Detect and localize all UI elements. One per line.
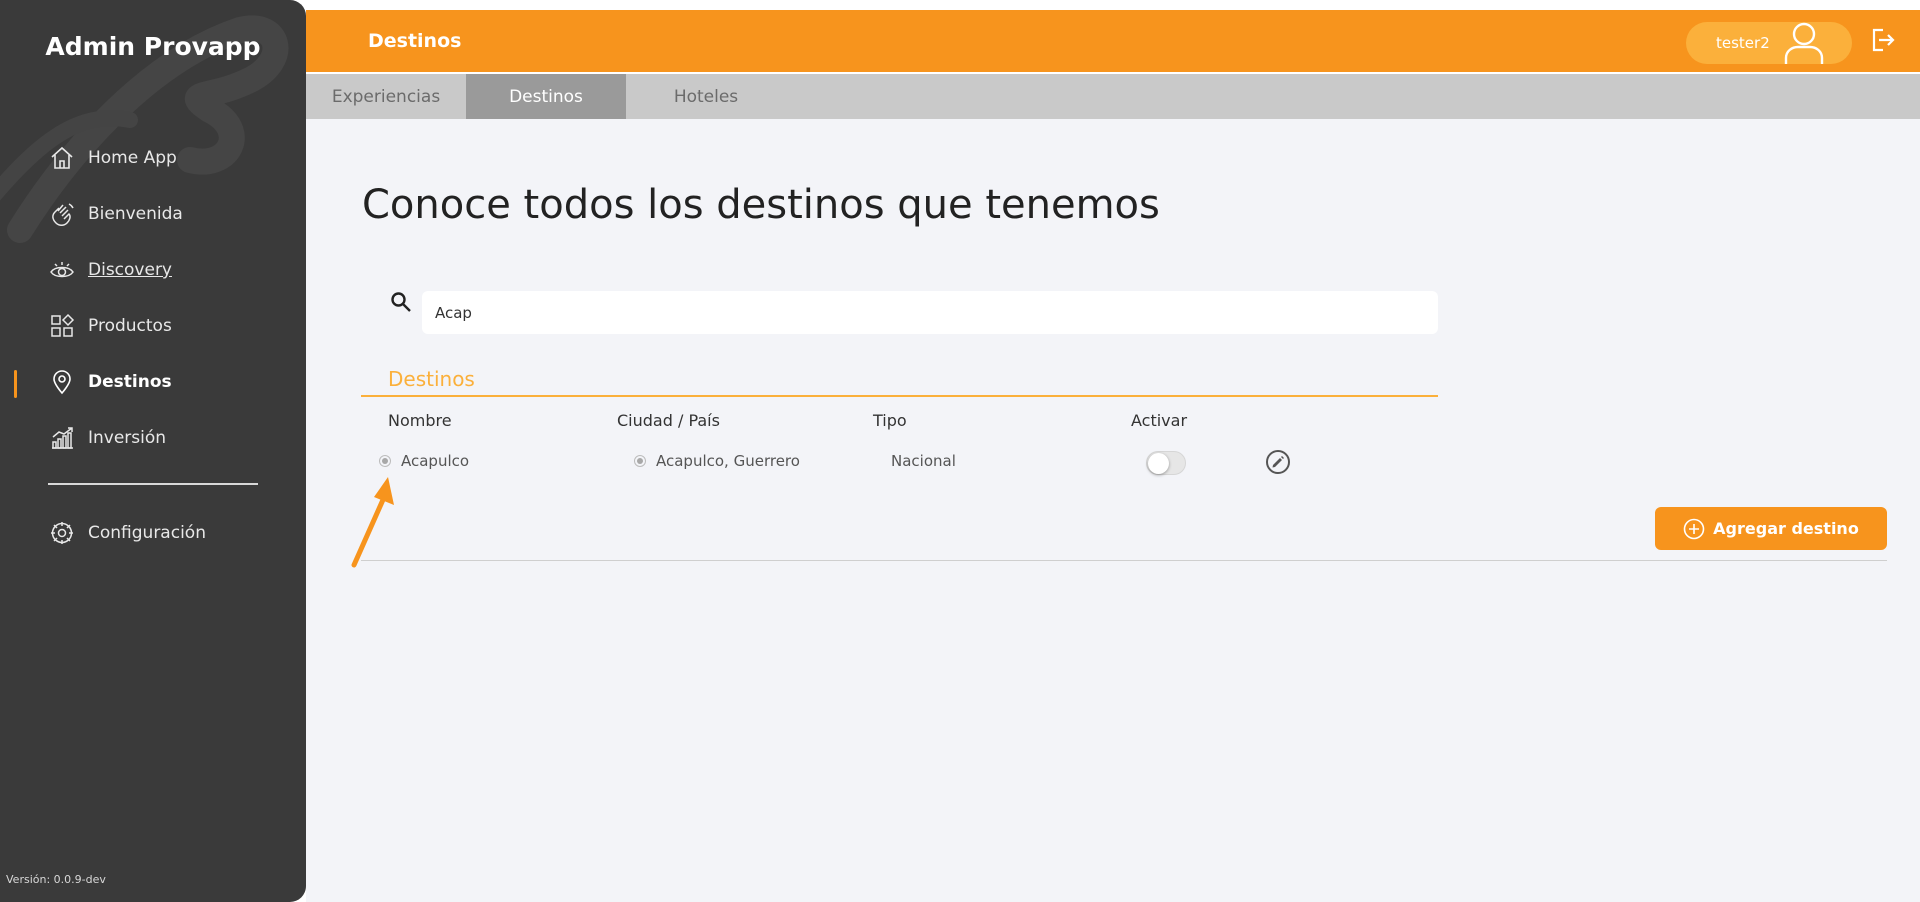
row-nombre-cell: Acapulco: [379, 452, 469, 470]
section-divider: [361, 395, 1438, 397]
logout-icon[interactable]: [1868, 26, 1896, 58]
sidebar-item-discovery[interactable]: Discovery: [0, 242, 306, 298]
tab-experiencias[interactable]: Experiencias: [306, 74, 466, 119]
sidebar-item-productos[interactable]: Productos: [0, 298, 306, 354]
sidebar-item-label: Configuración: [88, 523, 206, 543]
row-tipo-cell: Nacional: [891, 452, 956, 470]
bottom-divider: [361, 560, 1887, 561]
section-title: Destinos: [388, 367, 475, 391]
radio-dot-icon[interactable]: [634, 455, 646, 467]
sidebar-divider: [48, 483, 258, 485]
sidebar-item-inversion[interactable]: Inversión: [0, 410, 306, 466]
column-header-nombre: Nombre: [388, 411, 452, 430]
tab-bar: Experiencias Destinos Hoteles: [306, 74, 1920, 119]
row-nombre: Acapulco: [401, 452, 470, 470]
plus-circle-icon: [1683, 518, 1705, 540]
sidebar-item-home-app[interactable]: Home App: [0, 130, 306, 186]
row-tipo: Nacional: [891, 452, 956, 470]
activar-toggle[interactable]: [1146, 451, 1186, 475]
main-heading: Conoce todos los destinos que tenemos: [362, 182, 1160, 228]
add-destino-button[interactable]: Agregar destino: [1655, 507, 1887, 550]
eye-icon: [48, 256, 76, 284]
annotation-arrow-icon: [351, 477, 394, 568]
grid-icon: [48, 312, 76, 340]
gear-icon: [48, 519, 76, 547]
chart-icon: [48, 424, 76, 452]
column-header-activar: Activar: [1131, 411, 1188, 430]
sidebar-item-label: Productos: [88, 316, 172, 336]
user-menu[interactable]: tester2: [1686, 22, 1852, 64]
location-pin-icon: [48, 368, 76, 396]
main-content: Conoce todos los destinos que tenemos De…: [306, 119, 1920, 902]
search-input[interactable]: [422, 291, 1438, 334]
sidebar: Admin Provapp Home App Bienvenida Discov…: [0, 0, 306, 902]
tab-hoteles[interactable]: Hoteles: [626, 74, 786, 119]
sidebar-item-destinos[interactable]: Destinos: [0, 354, 306, 410]
column-header-tipo: Tipo: [873, 411, 907, 430]
column-header-ciudad: Ciudad / País: [617, 411, 720, 430]
row-ciudad: Acapulco, Guerrero: [656, 452, 800, 470]
sidebar-item-bienvenida[interactable]: Bienvenida: [0, 186, 306, 242]
toggle-knob: [1148, 453, 1169, 474]
user-avatar-icon: [1782, 20, 1826, 70]
sidebar-item-label: Bienvenida: [88, 204, 183, 224]
sidebar-nav: Home App Bienvenida Discovery Productos …: [0, 130, 306, 466]
version-label: Versión: 0.0.9-dev: [6, 873, 106, 886]
sidebar-item-label: Home App: [88, 148, 177, 168]
sidebar-item-label: Discovery: [88, 260, 172, 280]
wave-hand-icon: [48, 200, 76, 228]
row-ciudad-cell: Acapulco, Guerrero: [634, 452, 800, 470]
tab-destinos[interactable]: Destinos: [466, 74, 626, 119]
username-label: tester2: [1716, 34, 1770, 52]
pencil-icon: [1272, 456, 1284, 468]
sidebar-config-group: Configuración: [0, 505, 306, 561]
add-destino-label: Agregar destino: [1713, 519, 1859, 538]
brand-title: Admin Provapp: [45, 32, 261, 61]
top-bar: Destinos tester2: [306, 10, 1920, 72]
page-title: Destinos: [368, 30, 462, 52]
search-icon[interactable]: [390, 291, 412, 317]
edit-button[interactable]: [1266, 450, 1290, 474]
home-icon: [48, 144, 76, 172]
sidebar-item-label: Inversión: [88, 428, 167, 448]
radio-dot-icon[interactable]: [379, 455, 391, 467]
sidebar-item-configuracion[interactable]: Configuración: [0, 505, 306, 561]
sidebar-item-label: Destinos: [88, 372, 172, 392]
